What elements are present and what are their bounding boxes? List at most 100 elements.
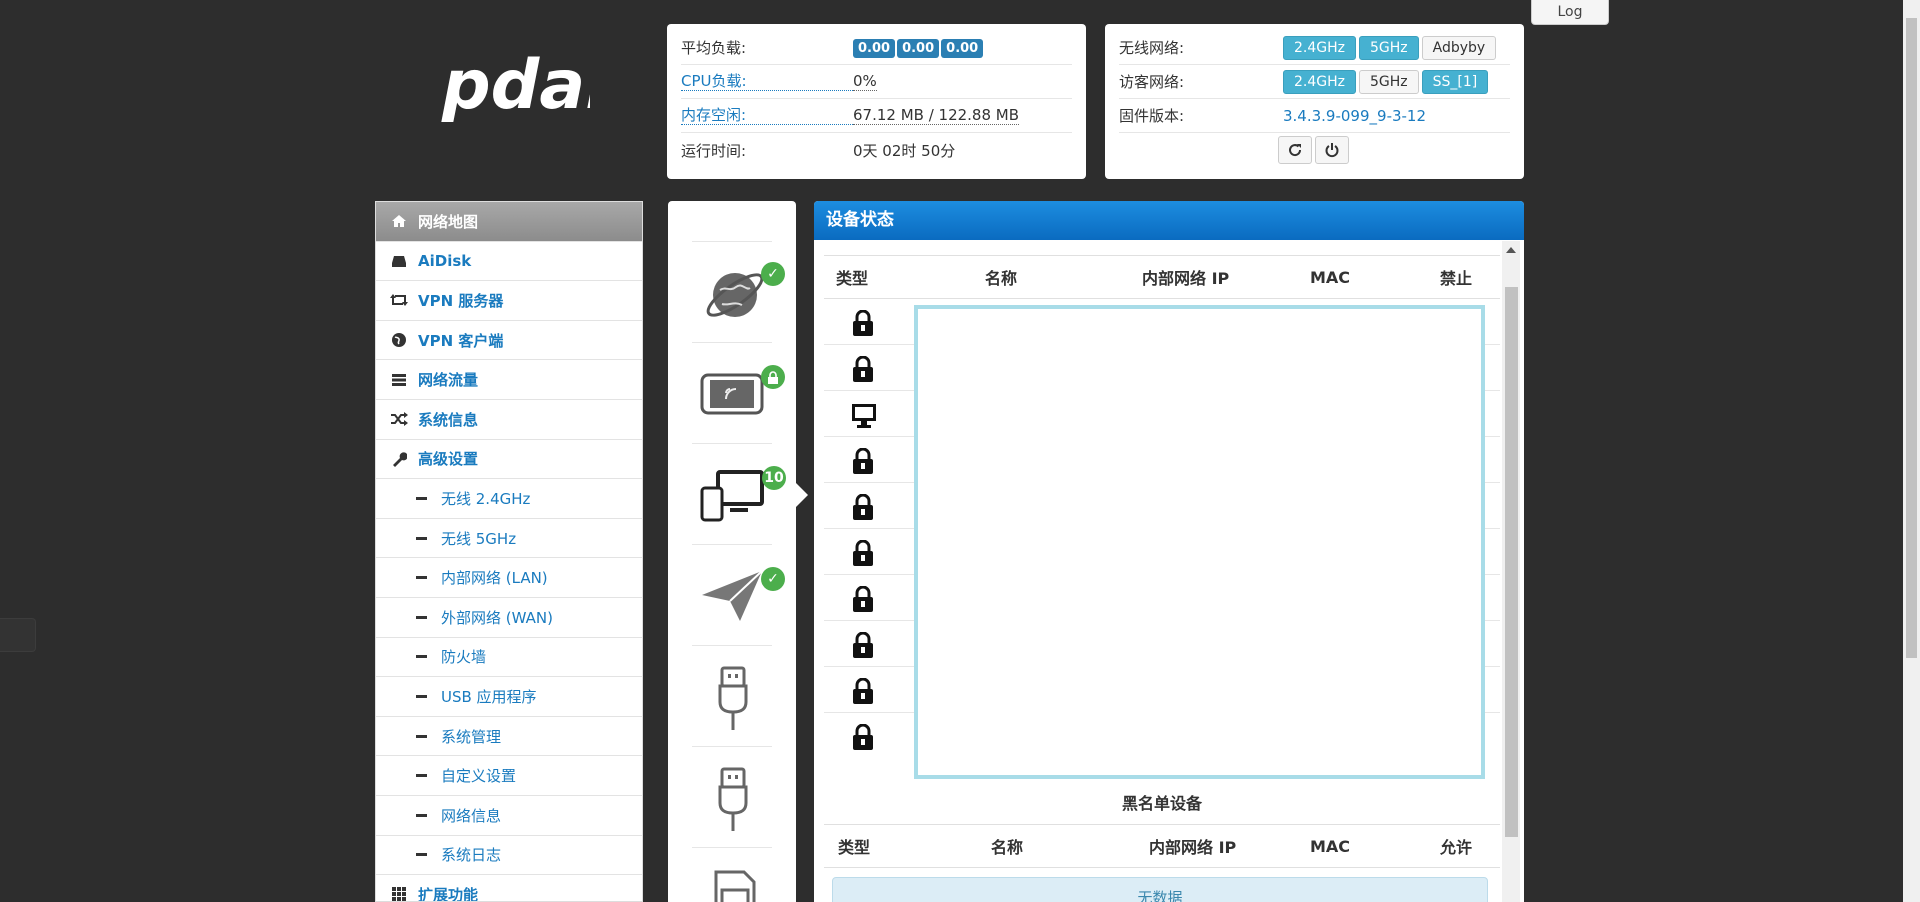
dash-icon [416,694,427,698]
lock-icon [853,310,873,336]
dash-icon [416,496,427,500]
sidebar-item-vpn-client[interactable]: VPN 客户端 [376,321,642,361]
guest-label: 访客网络: [1119,73,1185,91]
retweet-icon [389,292,409,308]
hdd-icon [389,253,409,269]
lock-icon [853,494,873,520]
usb-1-cell[interactable] [692,645,772,745]
logo-text: pdan [441,46,590,125]
sub-item-label: 内部网络 (LAN) [441,569,548,588]
firmware-link[interactable]: 3.4.3.9-099_9-3-12 [1283,107,1426,125]
col-ip: 内部网络 IP [1142,269,1230,288]
page-scrollbar-thumb[interactable] [1906,18,1917,658]
globe-icon [389,332,409,348]
sidebar-sub-usb[interactable]: USB 应用程序 [376,677,642,717]
page-scrollbar[interactable] [1903,0,1920,902]
cpu-load-link[interactable]: CPU负载: [681,72,853,91]
sidebar-sub-wifi-5[interactable]: 无线 5GHz [376,519,642,559]
client-table-header: 类型 名称 内部网络 IP MAC 禁止 [824,255,1500,299]
usb-icon [718,767,748,831]
dash-icon [416,576,427,580]
sidebar-item-network-map[interactable]: 网络地图 [376,202,642,242]
dash-icon [416,853,427,857]
panel-scrollbar[interactable] [1502,241,1520,902]
home-icon [389,213,409,229]
sidebar-sub-lan[interactable]: 内部网络 (LAN) [376,558,642,598]
sidebar-sub-custom[interactable]: 自定义设置 [376,756,642,796]
guest-24-button[interactable]: 2.4GHz [1283,69,1356,94]
sidebar-item-advanced[interactable]: 高级设置 [376,440,642,480]
firmware-label: 固件版本: [1119,107,1185,125]
sidebar-item-label: AiDisk [418,251,472,270]
dash-icon [416,734,427,738]
lock-icon [853,448,873,474]
random-icon [389,411,409,427]
uptime-value: 0天 02时 50分 [853,141,956,160]
desktop-icon [852,404,876,428]
guest-5-button[interactable]: 5GHz [1359,69,1419,94]
sidebar-item-traffic[interactable]: 网络流量 [376,360,642,400]
sdcard-cell[interactable] [692,847,772,902]
col-name: 名称 [991,838,1024,857]
sidebar-sub-admin[interactable]: 系统管理 [376,717,642,757]
usb-2-cell[interactable] [692,746,772,846]
sub-item-label: 外部网络 (WAN) [441,608,553,627]
sidebar-item-vpn-server[interactable]: VPN 服务器 [376,281,642,321]
sub-item-label: 系统日志 [441,846,502,865]
sub-item-label: 无线 2.4GHz [441,489,531,508]
ss-button[interactable]: SS_[1] [1421,69,1489,94]
memory-link[interactable]: 内存空闲: [681,106,853,125]
sidebar-item-label: VPN 客户端 [418,331,504,350]
lock-icon [853,724,873,750]
sidebar-sub-syslog[interactable]: 系统日志 [376,836,642,876]
side-toggle[interactable] [0,618,36,652]
sidebar-sub-firewall[interactable]: 防火墙 [376,638,642,678]
sub-item-label: 网络信息 [441,806,502,825]
log-button[interactable]: Log [1531,0,1609,25]
wifi-24-button[interactable]: 2.4GHz [1283,35,1356,60]
sidebar-item-aidisk[interactable]: AiDisk [376,242,642,282]
sidebar-item-label: 高级设置 [418,450,479,469]
wireless-status-cell[interactable] [692,342,785,442]
sidebar-sub-wan[interactable]: 外部网络 (WAN) [376,598,642,638]
tasks-icon [389,372,409,388]
sidebar-item-label: 网络流量 [418,371,479,390]
uptime-label: 运行时间: [681,141,747,160]
power-icon[interactable] [1314,136,1349,164]
lock-icon [853,678,873,704]
panel-title: 设备状态 [814,201,1524,240]
sidebar-menu: 网络地图 AiDisk VPN 服务器 VPN 客户端 网络流量 系统信息 高级… [375,201,643,902]
lock-badge-icon [761,365,785,389]
sidebar-sub-wifi-24[interactable]: 无线 2.4GHz [376,479,642,519]
col-mac: MAC [1310,836,1351,856]
no-data-message: 无数据 [832,877,1488,902]
memory-value: 67.12 MB / 122.88 MB [853,106,1020,125]
sidebar-item-extensions[interactable]: 扩展功能 [376,875,642,901]
blank-overlay [914,305,1485,779]
wrench-icon [389,451,409,467]
lock-icon [853,540,873,566]
clients-status-cell[interactable]: 10 [692,443,786,543]
check-icon: ✓ [761,262,785,286]
sidebar-item-system-info[interactable]: 系统信息 [376,400,642,440]
selection-pointer [796,483,808,507]
vpn-status-cell[interactable]: ✓ [692,544,785,644]
load-badge-1: 0.00 [853,38,896,58]
refresh-icon[interactable] [1277,136,1312,164]
dash-icon [416,655,427,659]
paper-plane-icon [702,570,763,621]
lock-icon [853,632,873,658]
col-ip: 内部网络 IP [1149,838,1237,857]
wifi-5-button[interactable]: 5GHz [1359,35,1419,60]
logo: pdan [440,46,634,146]
sidebar-sub-netinfo[interactable]: 网络信息 [376,796,642,836]
globe-satellite-icon [706,273,764,317]
scrollbar-thumb[interactable] [1505,287,1518,837]
adbyby-button[interactable]: Adbyby [1421,35,1497,60]
scroll-up-icon[interactable] [1506,247,1516,253]
sub-item-label: 自定义设置 [441,767,517,786]
col-block: 禁止 [1440,269,1473,288]
lock-icon [853,586,873,612]
internet-status-cell[interactable]: ✓ [692,241,785,341]
client-count-badge: 10 [762,466,786,490]
